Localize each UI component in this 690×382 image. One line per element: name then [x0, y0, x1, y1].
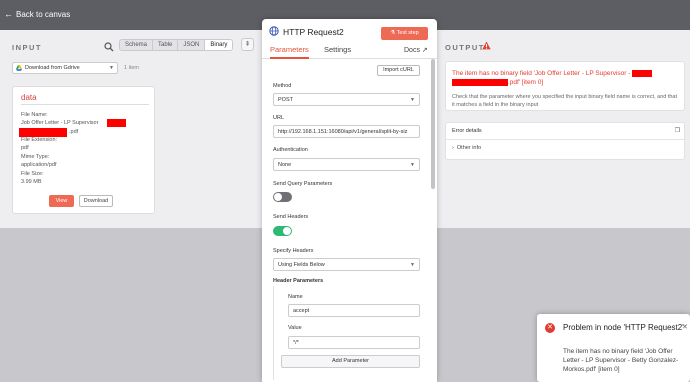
- chevron-down-icon: ▼: [410, 262, 415, 268]
- method-select[interactable]: POST ▼: [273, 93, 420, 106]
- input-panel: INPUT Schema Table JSON Binary ⇞ Downloa…: [0, 30, 262, 228]
- download-button[interactable]: Download: [79, 195, 113, 207]
- error-title-suffix: .pdf' [item 0]: [508, 79, 544, 86]
- node-settings-panel: HTTP Request2 ⚗ Test step Parameters Set…: [262, 19, 437, 382]
- details-divider: [446, 139, 684, 140]
- file-name-suffix: .pdf: [69, 129, 79, 135]
- file-name-label: File Name:: [21, 112, 48, 118]
- card-divider: [21, 104, 149, 105]
- source-label: Download from Gdrive: [25, 65, 80, 71]
- pin-icon[interactable]: ⇞: [241, 38, 254, 51]
- flask-icon: ⚗: [390, 30, 396, 36]
- docs-label: Docs: [404, 47, 420, 54]
- copy-icon[interactable]: ❐: [675, 127, 680, 134]
- mode-binary[interactable]: Binary: [205, 40, 233, 50]
- chevron-right-icon: ›: [452, 145, 454, 151]
- test-step-label: Test step: [396, 30, 419, 36]
- auth-label: Authentication: [273, 147, 308, 153]
- back-label: Back to canvas: [16, 9, 71, 19]
- close-icon[interactable]: ✕: [682, 323, 688, 331]
- node-title[interactable]: HTTP Request2: [283, 27, 344, 37]
- param-name-input[interactable]: accept: [288, 304, 420, 317]
- error-title: The item has no binary field 'Job Offer …: [452, 69, 682, 87]
- error-toast: ✕ Problem in node 'HTTP Request2' ✕ The …: [537, 314, 690, 382]
- send-query-toggle[interactable]: [273, 192, 292, 202]
- file-ext-value: pdf: [21, 145, 29, 151]
- auth-value: None: [278, 162, 292, 168]
- specify-headers-label: Specify Headers: [273, 248, 314, 254]
- toast-title: Problem in node 'HTTP Request2': [563, 323, 684, 332]
- error-details-label: Error details: [452, 128, 482, 134]
- chevron-down-icon: ▼: [109, 65, 114, 71]
- chevron-down-icon: ▼: [410, 97, 415, 103]
- tab-parameters[interactable]: Parameters: [270, 45, 309, 59]
- header-params-label: Header Parameters: [273, 278, 324, 284]
- url-input[interactable]: http://192.168.1.151:16080/api/v1/genera…: [273, 125, 420, 138]
- tab-settings[interactable]: Settings: [324, 45, 351, 54]
- node-header: HTTP Request2 ⚗ Test step: [262, 19, 437, 43]
- warning-icon: [482, 41, 491, 50]
- mime-label: Mime Type:: [21, 154, 50, 160]
- source-node-select[interactable]: Download from Gdrive ▼: [12, 62, 118, 74]
- import-curl-button[interactable]: Import cURL: [377, 65, 420, 76]
- file-name-value: Job Offer Letter - LP Supervisor: [21, 120, 99, 126]
- arrow-left-icon: ←: [4, 9, 13, 19]
- other-info-toggle[interactable]: › Other info: [452, 145, 481, 151]
- specify-headers-select[interactable]: Using Fields Below ▼: [273, 258, 420, 271]
- binary-card-title: data: [21, 93, 37, 102]
- error-details-box: Error details ❐ › Other info: [445, 122, 685, 160]
- input-title: INPUT: [12, 43, 42, 52]
- method-label: Method: [273, 83, 292, 89]
- param-name-label: Name: [288, 294, 303, 300]
- error-message-box: The item has no binary field 'Job Offer …: [445, 61, 685, 111]
- binary-data-card: data File Name: Job Offer Letter - LP Su…: [12, 86, 155, 214]
- add-parameter-button[interactable]: Add Parameter: [281, 355, 420, 368]
- send-headers-label: Send Headers: [273, 214, 309, 220]
- test-step-button[interactable]: ⚗ Test step: [381, 27, 428, 40]
- toggle-knob: [274, 193, 282, 201]
- send-headers-toggle[interactable]: [273, 226, 292, 236]
- error-title-prefix: The item has no binary field 'Job Offer …: [452, 70, 631, 77]
- file-ext-label: File Extension:: [21, 137, 58, 143]
- toggle-knob: [283, 227, 291, 235]
- param-value-label: Value: [288, 325, 302, 331]
- error-circle-icon: ✕: [545, 323, 555, 333]
- mode-json[interactable]: JSON: [178, 40, 206, 50]
- mode-schema[interactable]: Schema: [120, 40, 154, 50]
- redaction-block: [107, 119, 126, 127]
- view-button[interactable]: View: [49, 195, 74, 207]
- output-title: OUTPUT: [445, 43, 485, 52]
- other-info-label: Other info: [456, 145, 482, 151]
- toast-body: The item has no binary field 'Job Offer …: [563, 348, 679, 373]
- tab-docs[interactable]: Docs ↗: [404, 46, 428, 54]
- method-value: POST: [278, 97, 293, 103]
- redaction-block: [632, 69, 653, 77]
- chevron-down-icon: ▼: [410, 162, 415, 168]
- back-to-canvas-link[interactable]: ← Back to canvas: [4, 9, 70, 19]
- mime-value: application/pdf: [21, 162, 57, 168]
- specify-headers-value: Using Fields Below: [278, 262, 325, 268]
- redaction-block: [452, 78, 508, 86]
- size-label: File Size:: [21, 171, 44, 177]
- node-panel-scrollbar[interactable]: [431, 59, 435, 189]
- item-count: 1 item: [124, 65, 139, 71]
- error-description: Check that the parameter where you speci…: [452, 94, 678, 108]
- mode-table[interactable]: Table: [153, 40, 179, 50]
- auth-select[interactable]: None ▼: [273, 158, 420, 171]
- node-tabs: Parameters Settings Docs ↗: [262, 45, 437, 59]
- gdrive-icon: [16, 65, 22, 71]
- external-link-icon: ↗: [421, 47, 428, 54]
- globe-icon: [269, 26, 279, 36]
- display-mode-switch: Schema Table JSON Binary: [119, 39, 234, 51]
- size-value: 3.99 MB: [21, 179, 42, 185]
- output-panel: OUTPUT The item has no binary field 'Job…: [437, 30, 690, 228]
- canvas-background: [0, 228, 262, 382]
- send-query-label: Send Query Parameters: [273, 181, 333, 187]
- param-value-input[interactable]: */*: [288, 336, 420, 349]
- url-label: URL: [273, 115, 285, 121]
- search-icon[interactable]: [104, 42, 114, 52]
